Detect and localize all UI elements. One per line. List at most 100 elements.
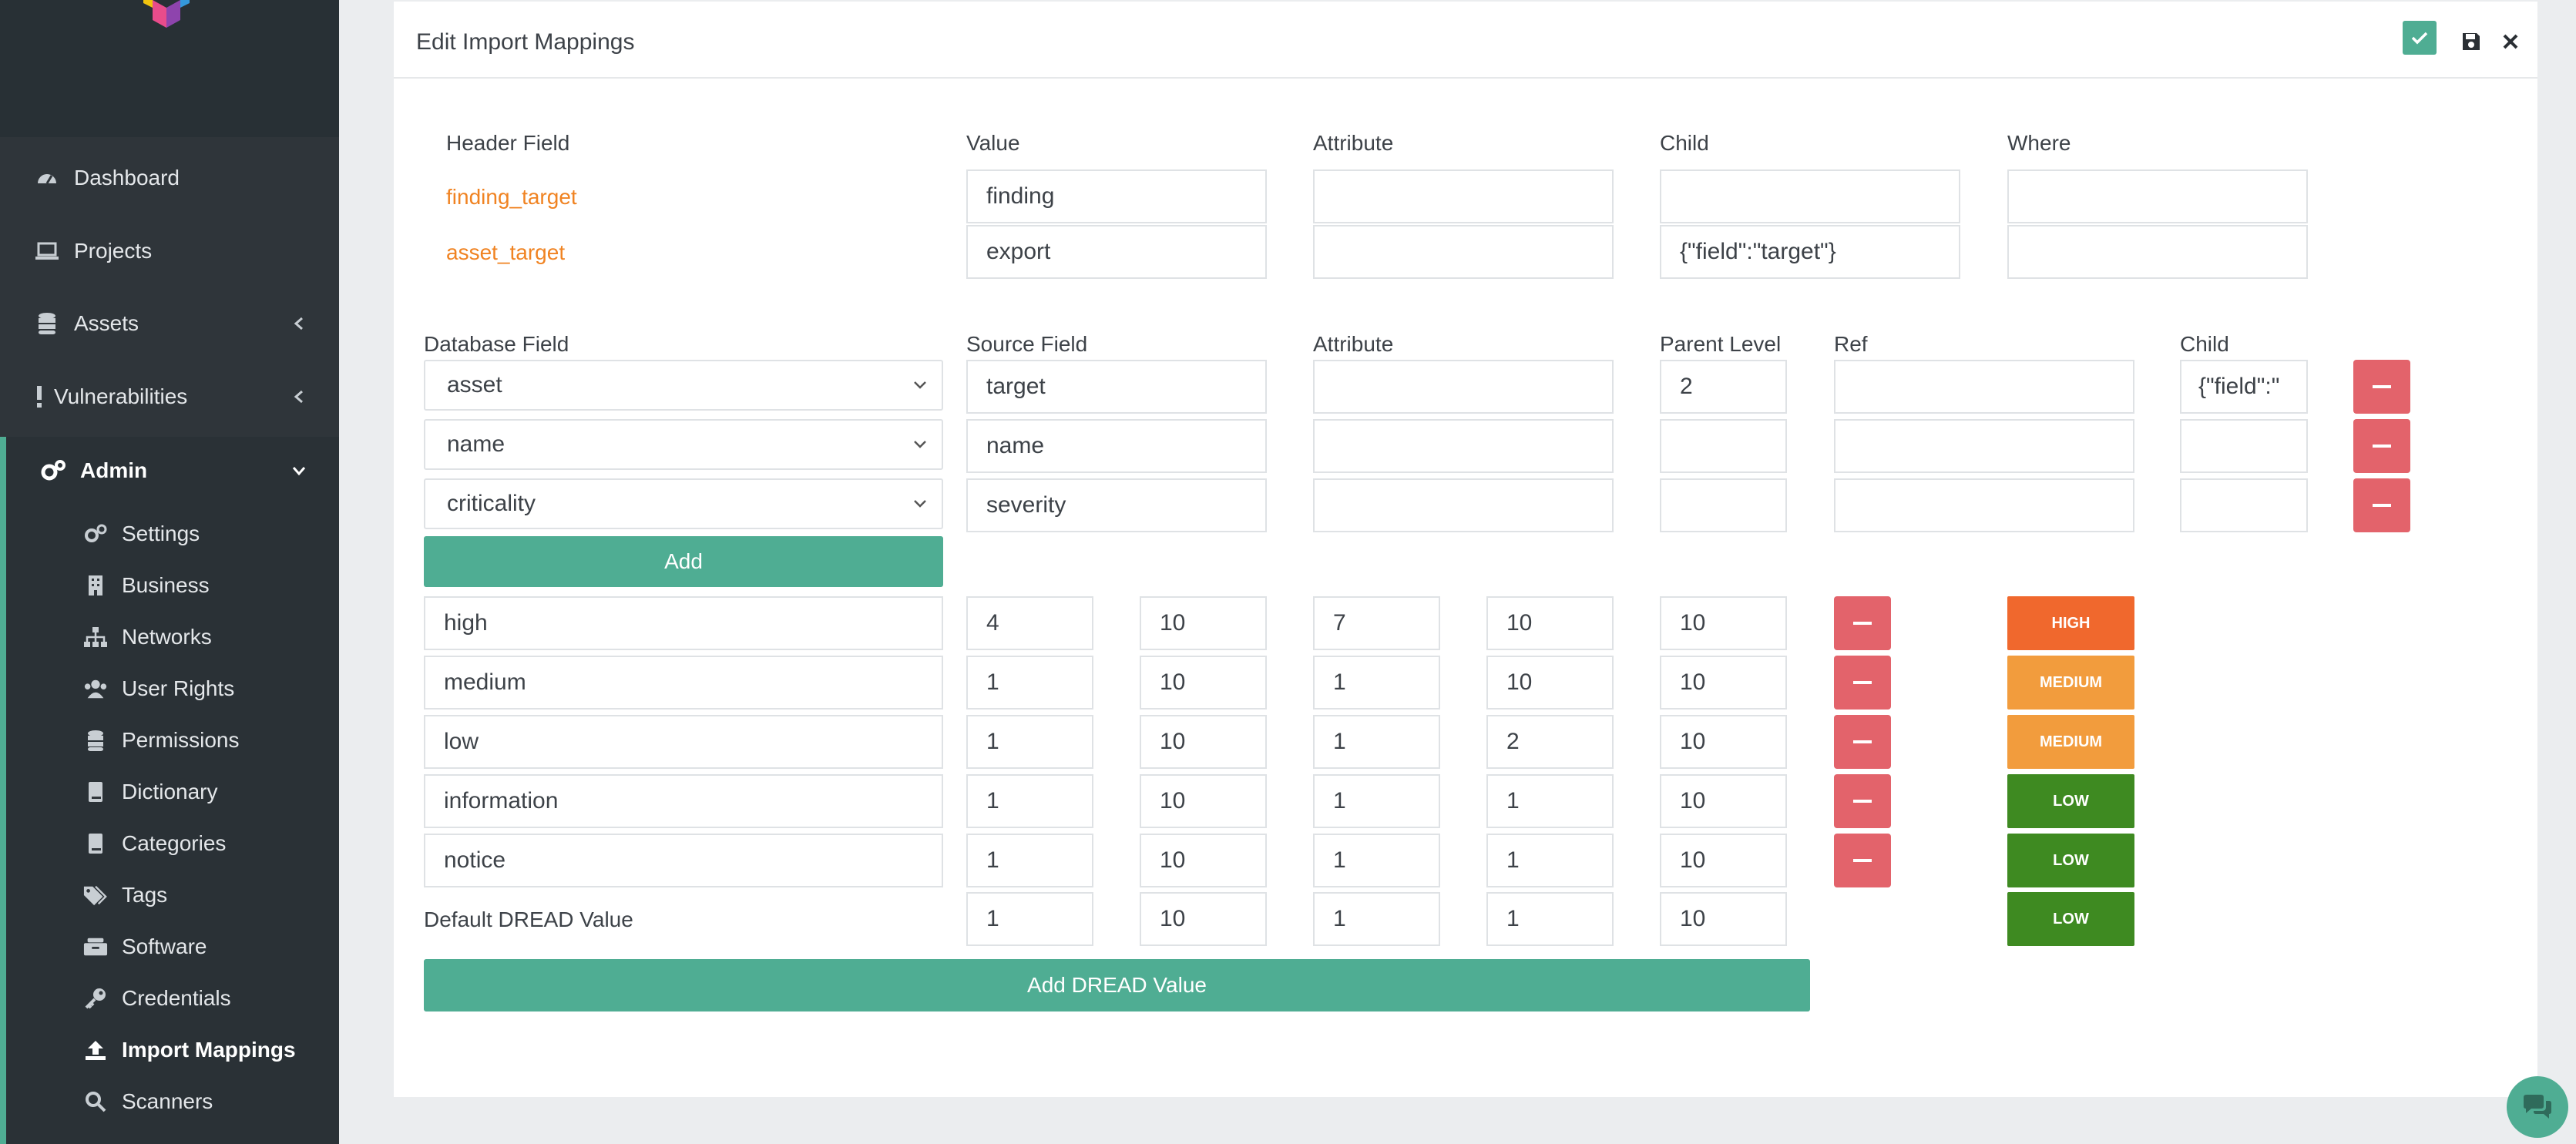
sidebar-item-permissions[interactable]: Permissions <box>0 714 339 766</box>
dread-reproducibility-input[interactable]: 10 <box>1140 774 1267 828</box>
dread-damage-input[interactable]: 4 <box>966 596 1093 650</box>
sidebar-item-tags[interactable]: Tags <box>0 869 339 921</box>
dread-reproducibility-input[interactable]: 10 <box>1140 596 1267 650</box>
dread-name-input[interactable]: low <box>424 715 943 769</box>
dread-affected-users-input[interactable]: 10 <box>1486 596 1614 650</box>
dread-affected-users-input[interactable]: 1 <box>1486 834 1614 887</box>
dread-exploitability-input[interactable]: 7 <box>1313 596 1440 650</box>
source-field-input[interactable]: target <box>966 360 1267 414</box>
dread-affected-users-input[interactable]: 10 <box>1486 656 1614 710</box>
dread-reproducibility-input[interactable]: 10 <box>1140 715 1267 769</box>
dread-default-affected-users-input[interactable]: 1 <box>1486 892 1614 946</box>
select-value: name <box>447 431 505 457</box>
remove-dread-row-button[interactable] <box>1834 656 1891 710</box>
dread-exploitability-input[interactable]: 1 <box>1313 715 1440 769</box>
add-mapping-button[interactable]: Add <box>424 536 943 587</box>
header-field-link[interactable]: finding_target <box>446 185 577 210</box>
header-attribute-input[interactable] <box>1313 225 1614 279</box>
dread-damage-input[interactable]: 1 <box>966 834 1093 887</box>
child-input[interactable]: {"field":" <box>2180 360 2308 414</box>
close-button[interactable] <box>2498 29 2523 54</box>
attribute-input[interactable] <box>1313 419 1614 473</box>
database-field-select[interactable]: name <box>424 419 943 470</box>
dread-reproducibility-input[interactable]: 10 <box>1140 656 1267 710</box>
database-field-select[interactable]: criticality <box>424 478 943 529</box>
header-where-input[interactable] <box>2007 225 2308 279</box>
header-child-input[interactable] <box>1660 169 1960 223</box>
dread-default-discoverability-input[interactable]: 10 <box>1660 892 1787 946</box>
sidebar-item-networks[interactable]: Networks <box>0 611 339 663</box>
chat-button[interactable] <box>2507 1076 2568 1138</box>
ref-input[interactable] <box>1834 478 2134 532</box>
dread-name-input[interactable]: high <box>424 596 943 650</box>
dread-damage-input[interactable]: 1 <box>966 715 1093 769</box>
ref-input[interactable] <box>1834 419 2134 473</box>
remove-dread-row-button[interactable] <box>1834 774 1891 828</box>
dread-name-input[interactable]: notice <box>424 834 943 887</box>
sidebar-item-admin[interactable]: Admin <box>0 437 339 505</box>
sidebar-item-dashboard[interactable]: Dashboard <box>0 144 339 212</box>
sidebar-item-user-rights[interactable]: User Rights <box>0 663 339 714</box>
dread-discoverability-input[interactable]: 10 <box>1660 774 1787 828</box>
dread-affected-users-input[interactable]: 1 <box>1486 774 1614 828</box>
source-field-input[interactable]: name <box>966 419 1267 473</box>
remove-dread-row-button[interactable] <box>1834 834 1891 887</box>
header-value-input[interactable]: finding <box>966 169 1267 223</box>
remove-row-button[interactable] <box>2353 478 2410 532</box>
save-button[interactable] <box>2459 29 2484 54</box>
sidebar-item-import-mappings[interactable]: Import Mappings <box>0 1024 339 1075</box>
sidebar-item-settings[interactable]: Settings <box>0 508 339 559</box>
sidebar-item-software[interactable]: Software <box>0 921 339 972</box>
dread-discoverability-input[interactable]: 10 <box>1660 596 1787 650</box>
parent-level-input[interactable] <box>1660 478 1787 532</box>
dread-default-reproducibility-input[interactable]: 10 <box>1140 892 1267 946</box>
sidebar-item-business[interactable]: Business <box>0 559 339 611</box>
dread-reproducibility-input[interactable]: 10 <box>1140 834 1267 887</box>
child-input[interactable] <box>2180 419 2308 473</box>
database-field-select[interactable]: asset <box>424 360 943 411</box>
sidebar-item-projects[interactable]: Projects <box>0 217 339 285</box>
app-logo[interactable] <box>136 0 197 28</box>
dread-affected-users-input[interactable]: 2 <box>1486 715 1614 769</box>
dread-discoverability-input[interactable]: 10 <box>1660 834 1787 887</box>
sidebar-item-vulnerabilities[interactable]: Vulnerabilities <box>0 363 339 431</box>
header-child-input[interactable]: {"field":"target"} <box>1660 225 1960 279</box>
dread-name-input[interactable]: information <box>424 774 943 828</box>
sidebar-item-assets[interactable]: Assets <box>0 290 339 357</box>
severity-badge: MEDIUM <box>2007 656 2134 710</box>
remove-dread-row-button[interactable] <box>1834 596 1891 650</box>
dread-damage-input[interactable]: 1 <box>966 656 1093 710</box>
sidebar-item-categories[interactable]: Categories <box>0 817 339 869</box>
dread-damage-input[interactable]: 1 <box>966 774 1093 828</box>
child-input[interactable] <box>2180 478 2308 532</box>
add-dread-value-button[interactable]: Add DREAD Value <box>424 959 1810 1011</box>
dread-exploitability-input[interactable]: 1 <box>1313 774 1440 828</box>
remove-dread-row-button[interactable] <box>1834 715 1891 769</box>
dread-default-exploitability-input[interactable]: 1 <box>1313 892 1440 946</box>
sidebar-item-label: Scanners <box>122 1089 213 1113</box>
parent-level-input[interactable]: 2 <box>1660 360 1787 414</box>
dread-discoverability-input[interactable]: 10 <box>1660 656 1787 710</box>
dread-exploitability-input[interactable]: 1 <box>1313 656 1440 710</box>
parent-level-input[interactable] <box>1660 419 1787 473</box>
column-header-child: Child <box>1660 131 1709 155</box>
dread-exploitability-input[interactable]: 1 <box>1313 834 1440 887</box>
attribute-input[interactable] <box>1313 478 1614 532</box>
header-attribute-input[interactable] <box>1313 169 1614 223</box>
dread-name-input[interactable]: medium <box>424 656 943 710</box>
sidebar-item-scanners[interactable]: Scanners <box>0 1075 339 1127</box>
confirm-button[interactable] <box>2403 21 2437 55</box>
dread-default-damage-input[interactable]: 1 <box>966 892 1093 946</box>
source-field-input[interactable]: severity <box>966 478 1267 532</box>
remove-row-button[interactable] <box>2353 360 2410 414</box>
sidebar-item-dictionary[interactable]: Dictionary <box>0 766 339 817</box>
attribute-input[interactable] <box>1313 360 1614 414</box>
header-value-input[interactable]: export <box>966 225 1267 279</box>
header-field-link[interactable]: asset_target <box>446 240 565 265</box>
dread-discoverability-input[interactable]: 10 <box>1660 715 1787 769</box>
sidebar-item-credentials[interactable]: Credentials <box>0 972 339 1024</box>
ref-input[interactable] <box>1834 360 2134 414</box>
tachometer-icon <box>34 165 60 191</box>
header-where-input[interactable] <box>2007 169 2308 223</box>
remove-row-button[interactable] <box>2353 419 2410 473</box>
